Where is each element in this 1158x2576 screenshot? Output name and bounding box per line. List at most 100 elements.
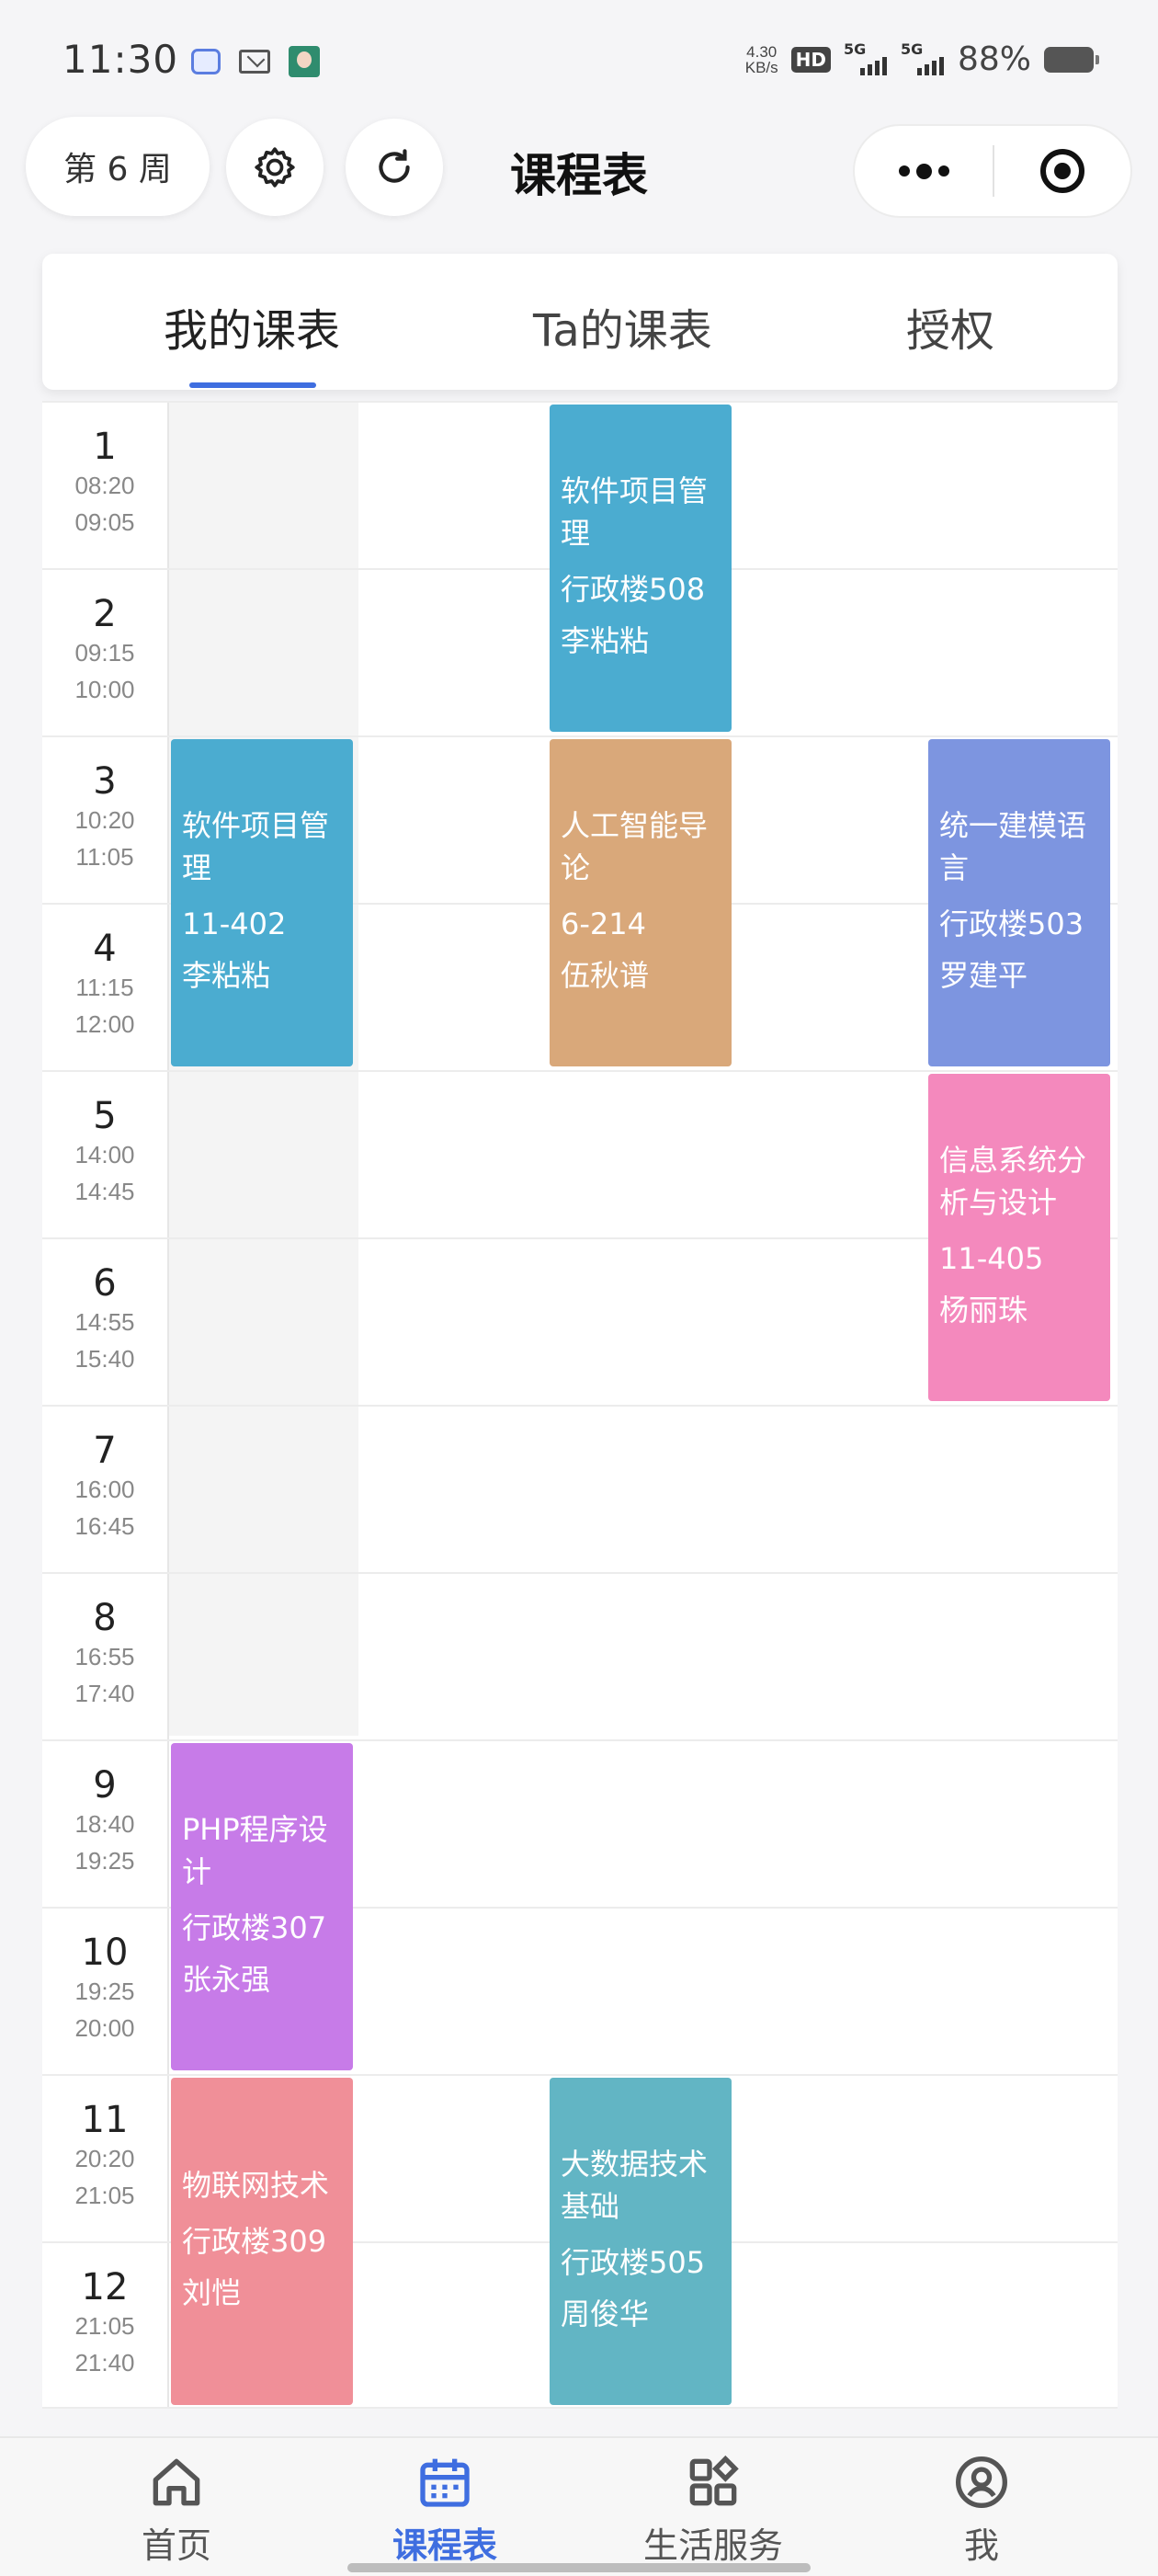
course-name: 人工智能导论 xyxy=(561,808,709,885)
mail-icon xyxy=(239,50,270,74)
course-room: 行政楼307 xyxy=(182,1910,327,1945)
app-avatar-icon xyxy=(289,46,320,77)
row-divider xyxy=(42,1572,1118,1574)
network-speed-value: 4.30 xyxy=(746,42,778,61)
period-label: 5 14:00 14:45 xyxy=(42,1096,167,1210)
tab-my-schedule[interactable]: 我的课表 xyxy=(164,294,340,359)
period-end-time: 09:05 xyxy=(74,508,135,536)
signal-label: 5G xyxy=(843,40,867,58)
course-room: 11-405 xyxy=(939,1241,1044,1276)
period-label: 4 11:15 12:00 xyxy=(42,929,167,1043)
miniprogram-capsule xyxy=(853,124,1132,218)
period-end-time: 21:05 xyxy=(74,2182,135,2209)
course-name: 统一建模语言 xyxy=(939,808,1087,885)
more-dot-icon xyxy=(898,165,910,177)
course-card[interactable]: 统一建模语言 行政楼503 罗建平 xyxy=(928,739,1110,1066)
period-label: 2 09:15 10:00 xyxy=(42,594,167,708)
week-selector-button[interactable]: 第 6 周 xyxy=(26,117,210,216)
period-number: 7 xyxy=(93,1430,117,1472)
period-label: 6 14:55 15:40 xyxy=(42,1263,167,1377)
period-label: 12 21:05 21:40 xyxy=(42,2267,167,2381)
course-room: 行政楼505 xyxy=(561,2245,706,2280)
nav-life-services[interactable]: 生活服务 xyxy=(621,2453,805,2568)
period-end-time: 16:45 xyxy=(74,1512,135,1540)
course-card[interactable]: 大数据技术基础 行政楼505 周俊华 xyxy=(550,2078,732,2405)
period-end-time: 17:40 xyxy=(74,1680,135,1707)
course-name: 软件项目管理 xyxy=(182,808,330,885)
period-start-time: 18:40 xyxy=(74,1810,135,1838)
period-number: 11 xyxy=(81,2099,129,2141)
course-room: 行政楼508 xyxy=(561,572,706,607)
home-icon xyxy=(153,2458,200,2506)
course-teacher: 李粘粘 xyxy=(182,958,271,993)
nav-home[interactable]: 首页 xyxy=(85,2453,268,2568)
nav-schedule[interactable]: 课程表 xyxy=(353,2453,537,2568)
nav-me[interactable]: 我 xyxy=(890,2453,1073,2568)
profile-icon xyxy=(956,2456,1007,2508)
period-label: 11 20:20 21:05 xyxy=(42,2100,167,2214)
period-start-time: 10:20 xyxy=(74,806,135,834)
more-button[interactable] xyxy=(855,126,993,216)
period-start-time: 14:55 xyxy=(74,1308,135,1336)
row-divider xyxy=(42,2074,1118,2076)
week-label: 第 6 周 xyxy=(63,151,172,188)
period-number: 3 xyxy=(93,760,117,803)
schedule-grid: 1 08:20 09:05 2 09:15 10:00 3 10:20 11:05 4 11:15 1… xyxy=(42,401,1118,2409)
gear-icon xyxy=(255,147,295,188)
period-end-time: 15:40 xyxy=(74,1345,135,1373)
period-number: 12 xyxy=(81,2266,129,2308)
period-label: 9 18:40 19:25 xyxy=(42,1765,167,1879)
nav-life-services-label: 生活服务 xyxy=(642,2525,783,2566)
period-end-time: 21:40 xyxy=(74,2349,135,2377)
period-number: 9 xyxy=(93,1764,117,1807)
nav-schedule-label: 课程表 xyxy=(392,2525,497,2566)
course-name: 软件项目管理 xyxy=(561,473,709,551)
signal-label: 5G xyxy=(900,40,924,58)
bilibili-icon xyxy=(191,49,221,74)
nav-home-label: 首页 xyxy=(141,2525,211,2566)
tab-authorize[interactable]: 授权 xyxy=(906,294,994,359)
period-end-time: 20:00 xyxy=(74,2014,135,2042)
period-end-time: 11:05 xyxy=(75,843,134,871)
home-indicator xyxy=(347,2563,811,2572)
period-start-time: 20:20 xyxy=(74,2145,135,2172)
course-teacher: 张永强 xyxy=(182,1962,271,1997)
network-speed: 4.30 KB/s xyxy=(745,44,778,75)
period-start-time: 19:25 xyxy=(74,1978,135,2005)
row-divider xyxy=(42,1739,1118,1741)
page-title: 课程表 xyxy=(510,149,648,202)
course-card[interactable]: 软件项目管理 11-402 李粘粘 xyxy=(171,739,353,1066)
course-card[interactable]: PHP程序设计 行政楼307 张永强 xyxy=(171,1743,353,2070)
period-start-time: 11:15 xyxy=(75,974,134,1001)
period-number: 10 xyxy=(81,1932,129,1974)
course-teacher: 罗建平 xyxy=(939,958,1028,993)
tab-ta-schedule[interactable]: Ta的课表 xyxy=(533,294,712,359)
more-dot-icon xyxy=(937,165,949,177)
period-number: 4 xyxy=(93,928,117,970)
course-teacher: 李粘粘 xyxy=(561,623,650,658)
course-room: 11-402 xyxy=(182,906,287,941)
course-card[interactable]: 信息系统分析与设计 11-405 杨丽珠 xyxy=(928,1074,1110,1401)
settings-button[interactable] xyxy=(226,119,324,216)
more-dot-icon xyxy=(915,163,932,179)
period-start-time: 14:00 xyxy=(74,1141,135,1168)
signal-icon: 5G xyxy=(901,40,945,75)
course-card[interactable]: 人工智能导论 6-214 伍秋谱 xyxy=(550,739,732,1066)
battery-percent: 88% xyxy=(957,40,1031,78)
active-tab-indicator xyxy=(189,382,316,388)
course-card[interactable]: 软件项目管理行政楼508 李粘粘 xyxy=(550,405,732,732)
battery-icon xyxy=(1044,46,1099,73)
period-start-time: 21:05 xyxy=(74,2312,135,2340)
period-label: 3 10:20 11:05 xyxy=(42,761,167,875)
notification-icons xyxy=(191,46,320,77)
period-number: 2 xyxy=(93,593,117,635)
refresh-button[interactable] xyxy=(346,119,443,216)
row-divider xyxy=(42,735,1118,737)
course-card[interactable]: 物联网技术 行政楼309 刘恺 xyxy=(171,2078,353,2405)
period-end-time: 19:25 xyxy=(74,1847,135,1875)
status-bar: 11:30 4.30 KB/s HD 5G 5G 88% xyxy=(0,0,1158,120)
period-label: 8 16:55 17:40 xyxy=(42,1598,167,1712)
tab-bar: 我的课表 Ta的课表 授权 xyxy=(42,254,1118,390)
close-miniprogram-button[interactable] xyxy=(994,149,1130,193)
status-time: 11:30 xyxy=(62,37,179,82)
